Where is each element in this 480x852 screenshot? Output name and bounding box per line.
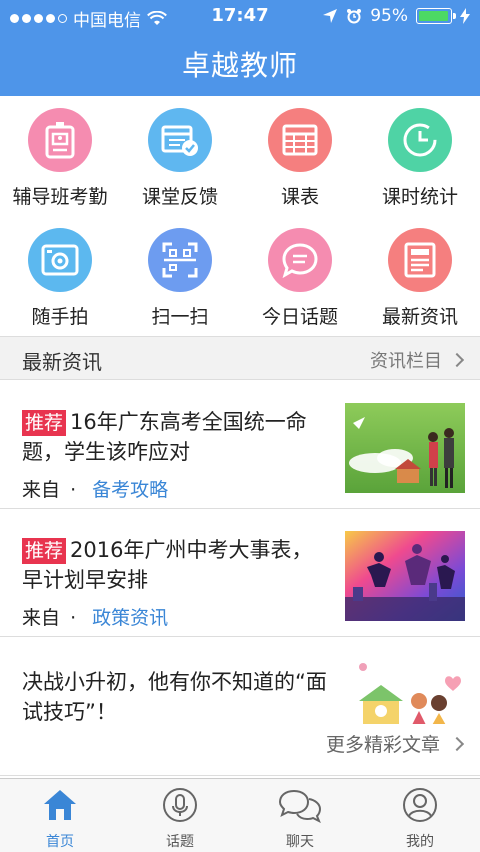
from-label: 来自 <box>22 607 61 629</box>
tab-label: 话题 <box>166 834 194 850</box>
news-category[interactable]: 政策资讯 <box>92 607 168 629</box>
page-title: 卓越教师 <box>181 49 298 82</box>
function-label: 随手拍 <box>31 306 89 328</box>
status-right: 95% <box>322 6 470 26</box>
battery-percent: 95% <box>370 6 408 26</box>
tab-chat[interactable]: 聊天 <box>240 779 360 852</box>
news-item[interactable]: 推荐 16年广东高考全国统一命题，学生该咋应对 来自 · 备考攻略 <box>0 381 480 509</box>
function-label: 最新资讯 <box>381 306 458 328</box>
news-thumbnail <box>345 531 465 621</box>
location-icon <box>323 9 338 23</box>
home-icon <box>44 790 76 820</box>
function-schedule[interactable]: 课表 <box>240 96 360 216</box>
more-articles-link[interactable]: 更多精彩文章 <box>0 724 480 776</box>
calendar-icon <box>268 108 332 172</box>
tab-bar: 首页 话题 聊天 我的 <box>0 778 480 852</box>
function-hours[interactable]: 课时统计 <box>360 96 480 216</box>
news-title: 推荐 16年广东高考全国统一命题，学生该咋应对 <box>22 407 327 467</box>
news-thumbnail <box>345 403 465 493</box>
charging-icon <box>460 8 470 24</box>
function-attendance[interactable]: 辅导班考勤 <box>0 96 120 216</box>
news-meta: 来自 · 政策资讯 <box>22 603 168 630</box>
news-title: 推荐 2016年广州中考大事表，早计划早安排 <box>22 535 327 595</box>
news-item[interactable]: 推荐 2016年广州中考大事表，早计划早安排 来自 · 政策资讯 <box>0 509 480 637</box>
news-title: 决战小升初，他有你不知道的“面试技巧”！ <box>22 667 327 724</box>
news-meta: 来自 · 备考攻略 <box>22 475 168 502</box>
top-bar: 中国电信 17:47 95% 卓越教师 <box>0 0 480 96</box>
battery-icon <box>416 8 456 24</box>
camera-icon <box>28 228 92 292</box>
news-column-label: 资讯栏目 <box>370 351 442 372</box>
news-section-header: 最新资讯 资讯栏目 <box>0 336 480 380</box>
profile-icon <box>403 788 437 822</box>
function-scan[interactable]: 扫一扫 <box>120 216 240 336</box>
function-label: 今日话题 <box>261 306 338 328</box>
function-news[interactable]: 最新资讯 <box>360 216 480 336</box>
function-label: 课表 <box>280 186 319 208</box>
more-articles-label: 更多精彩文章 <box>325 734 440 756</box>
news-icon <box>388 228 452 292</box>
tab-label: 我的 <box>406 834 434 850</box>
news-item[interactable]: 决战小升初，他有你不知道的“面试技巧”！ <box>0 637 480 724</box>
function-grid: 辅导班考勤 课堂反馈 课表 课时统计 随手拍 扫一扫 今日话题 最新资讯 <box>0 96 480 336</box>
badge-icon <box>28 108 92 172</box>
news-category[interactable]: 备考攻略 <box>92 479 168 501</box>
recommend-tag: 推荐 <box>22 410 67 436</box>
tab-mine[interactable]: 我的 <box>360 779 480 852</box>
chevron-right-icon <box>449 736 465 751</box>
feedback-icon <box>148 108 212 172</box>
news-thumbnail <box>345 657 465 724</box>
function-label: 课堂反馈 <box>141 186 218 208</box>
chat-icon <box>278 789 322 823</box>
alarm-icon <box>347 9 362 24</box>
scan-icon <box>148 228 212 292</box>
separator: · <box>70 607 77 629</box>
status-bar: 中国电信 17:47 95% <box>0 0 480 32</box>
tab-topics[interactable]: 话题 <box>120 779 240 852</box>
news-title-text: 决战小升初，他有你不知道的“面试技巧”！ <box>22 670 327 724</box>
clock-icon <box>388 108 452 172</box>
tab-home[interactable]: 首页 <box>0 779 120 852</box>
news-column-link[interactable]: 资讯栏目 <box>370 347 465 373</box>
chevron-right-icon <box>449 352 465 368</box>
function-camera[interactable]: 随手拍 <box>0 216 120 336</box>
function-label: 课时统计 <box>381 186 458 208</box>
recommend-tag: 推荐 <box>22 538 67 564</box>
tab-label: 首页 <box>46 834 74 850</box>
section-title: 最新资讯 <box>22 350 102 374</box>
function-topic[interactable]: 今日话题 <box>240 216 360 336</box>
function-label: 辅导班考勤 <box>12 186 108 208</box>
microphone-icon <box>163 788 197 822</box>
separator: · <box>70 479 77 501</box>
tab-label: 聊天 <box>286 834 314 850</box>
from-label: 来自 <box>22 479 61 501</box>
function-feedback[interactable]: 课堂反馈 <box>120 96 240 216</box>
function-label: 扫一扫 <box>151 306 209 328</box>
chat-bubble-icon <box>268 228 332 292</box>
